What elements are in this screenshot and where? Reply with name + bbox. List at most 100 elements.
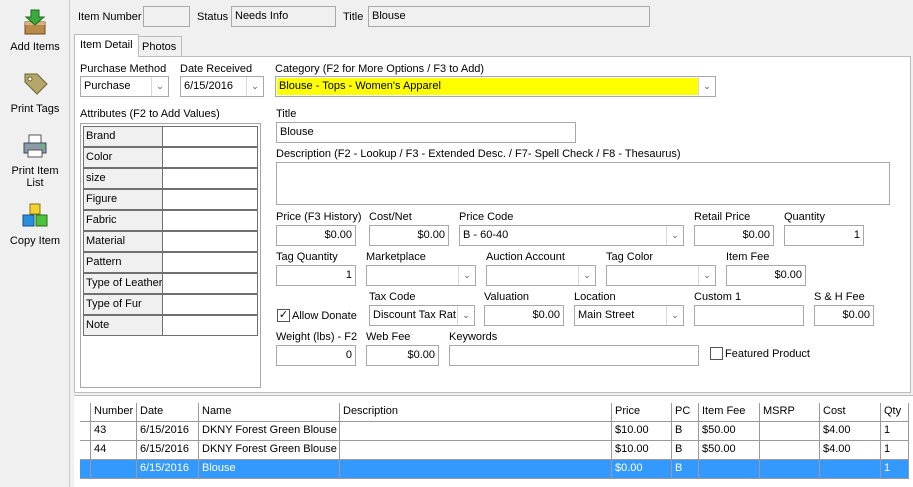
print-item-list-button[interactable]: Print Item List xyxy=(0,132,70,189)
item-number-field[interactable] xyxy=(143,6,190,27)
attribute-name: Color xyxy=(83,147,163,168)
attribute-value-cell[interactable] xyxy=(163,147,258,168)
title-input[interactable]: Blouse xyxy=(276,122,576,143)
attribute-value-cell[interactable] xyxy=(163,210,258,231)
marketplace-select[interactable]: ⌄ xyxy=(366,265,476,286)
date-received-picker[interactable]: 6/15/2016 ⌄ xyxy=(180,76,264,97)
grid-column-header[interactable]: Price xyxy=(612,403,672,422)
table-cell[interactable]: $0.00 xyxy=(612,460,672,479)
table-cell[interactable]: $4.00 xyxy=(820,441,881,460)
print-tags-button[interactable]: Print Tags xyxy=(0,70,70,115)
table-cell[interactable] xyxy=(760,422,820,441)
table-cell[interactable]: 1 xyxy=(881,422,909,441)
table-cell[interactable]: $10.00 xyxy=(612,441,672,460)
print-tags-label: Print Tags xyxy=(10,103,60,115)
grid-row-selector[interactable] xyxy=(80,460,91,479)
table-cell[interactable] xyxy=(820,460,881,479)
price-code-label: Price Code xyxy=(459,211,514,223)
attribute-value-cell[interactable] xyxy=(163,168,258,189)
location-select[interactable]: Main Street ⌄ xyxy=(574,305,684,326)
table-cell[interactable]: B xyxy=(672,460,699,479)
grid-row-selector[interactable] xyxy=(80,422,91,441)
table-cell[interactable] xyxy=(760,460,820,479)
table-cell[interactable]: 1 xyxy=(881,460,909,479)
date-received-label: Date Received xyxy=(180,63,253,75)
allow-donate-checkbox[interactable]: ✓ xyxy=(277,309,290,322)
attribute-value-cell[interactable] xyxy=(163,126,258,147)
table-cell[interactable] xyxy=(340,422,612,441)
attribute-value-cell[interactable] xyxy=(163,231,258,252)
sh-fee-input[interactable]: $0.00 xyxy=(814,305,874,326)
table-cell[interactable]: 6/15/2016 xyxy=(137,441,199,460)
table-cell[interactable] xyxy=(340,441,612,460)
table-cell[interactable]: 43 xyxy=(91,422,137,441)
attribute-value-cell[interactable] xyxy=(163,252,258,273)
add-items-button[interactable]: Add Items xyxy=(0,8,70,53)
quantity-input[interactable]: 1 xyxy=(784,225,864,246)
chevron-down-icon: ⌄ xyxy=(666,226,683,245)
sh-fee-label: S & H Fee xyxy=(814,291,865,303)
retail-price-label: Retail Price xyxy=(694,211,751,223)
category-select[interactable]: Blouse - Tops - Women's Apparel ⌄ xyxy=(275,76,716,97)
attribute-value-cell[interactable] xyxy=(163,273,258,294)
grid-column-header[interactable]: Qty xyxy=(881,403,909,422)
tab-item-detail[interactable]: Item Detail xyxy=(74,34,139,57)
attribute-name: Type of Leather xyxy=(83,273,163,294)
table-cell[interactable]: 44 xyxy=(91,441,137,460)
table-cell[interactable] xyxy=(91,460,137,479)
table-cell[interactable]: $4.00 xyxy=(820,422,881,441)
purchase-method-select[interactable]: Purchase ⌄ xyxy=(80,76,169,97)
copy-item-button[interactable]: Copy Item xyxy=(0,202,70,247)
retail-price-input[interactable]: $0.00 xyxy=(694,225,774,246)
description-input[interactable] xyxy=(276,162,890,205)
tab-photos[interactable]: Photos xyxy=(136,36,183,57)
table-cell[interactable] xyxy=(340,460,612,479)
tax-code-select[interactable]: Discount Tax Rat ⌄ xyxy=(369,305,475,326)
chevron-down-icon: ⌄ xyxy=(698,266,715,285)
attribute-value-cell[interactable] xyxy=(163,189,258,210)
table-cell[interactable] xyxy=(760,441,820,460)
table-cell[interactable]: DKNY Forest Green Blouse xyxy=(199,441,340,460)
table-cell[interactable]: DKNY Forest Green Blouse xyxy=(199,422,340,441)
table-cell[interactable]: $10.00 xyxy=(612,422,672,441)
copy-item-label: Copy Item xyxy=(9,235,61,247)
attribute-value-cell[interactable] xyxy=(163,294,258,315)
grid-column-header[interactable]: Description xyxy=(340,403,612,422)
cost-net-input[interactable]: $0.00 xyxy=(369,225,449,246)
grid-column-header[interactable]: PC xyxy=(672,403,699,422)
tax-code-value: Discount Tax Rat xyxy=(373,309,456,321)
weight-input[interactable]: 0 xyxy=(276,345,356,366)
grid-column-header[interactable]: Date xyxy=(137,403,199,422)
grid-column-header[interactable]: Name xyxy=(199,403,340,422)
table-cell[interactable]: $50.00 xyxy=(699,441,760,460)
featured-product-checkbox[interactable] xyxy=(710,347,723,360)
table-cell[interactable]: B xyxy=(672,422,699,441)
grid-column-header[interactable]: MSRP xyxy=(760,403,820,422)
tag-quantity-label: Tag Quantity xyxy=(276,251,338,263)
grid-column-header[interactable]: Cost xyxy=(820,403,881,422)
tag-quantity-input[interactable]: 1 xyxy=(276,265,356,286)
item-fee-input[interactable]: $0.00 xyxy=(726,265,806,286)
grid-row-selector[interactable] xyxy=(80,441,91,460)
attribute-value-cell[interactable] xyxy=(163,315,258,336)
valuation-input[interactable]: $0.00 xyxy=(484,305,564,326)
price-code-select[interactable]: B - 60-40 ⌄ xyxy=(459,225,684,246)
table-cell[interactable]: Blouse xyxy=(199,460,340,479)
table-cell[interactable]: $50.00 xyxy=(699,422,760,441)
table-cell[interactable] xyxy=(699,460,760,479)
table-cell[interactable]: 6/15/2016 xyxy=(137,460,199,479)
table-cell[interactable]: 1 xyxy=(881,441,909,460)
weight-label: Weight (lbs) - F2 xyxy=(276,331,358,343)
grid-column-header[interactable]: Number xyxy=(91,403,137,422)
price-input[interactable]: $0.00 xyxy=(276,225,356,246)
table-cell[interactable]: 6/15/2016 xyxy=(137,422,199,441)
web-fee-input[interactable]: $0.00 xyxy=(366,345,439,366)
grid-column-header[interactable]: Item Fee xyxy=(699,403,760,422)
table-cell[interactable]: B xyxy=(672,441,699,460)
category-label: Category (F2 for More Options / F3 to Ad… xyxy=(275,63,485,75)
tag-color-select[interactable]: ⌄ xyxy=(606,265,716,286)
auction-account-select[interactable]: ⌄ xyxy=(486,265,596,286)
custom1-input[interactable] xyxy=(694,305,804,326)
keywords-input[interactable] xyxy=(449,345,699,366)
location-value: Main Street xyxy=(578,309,635,321)
